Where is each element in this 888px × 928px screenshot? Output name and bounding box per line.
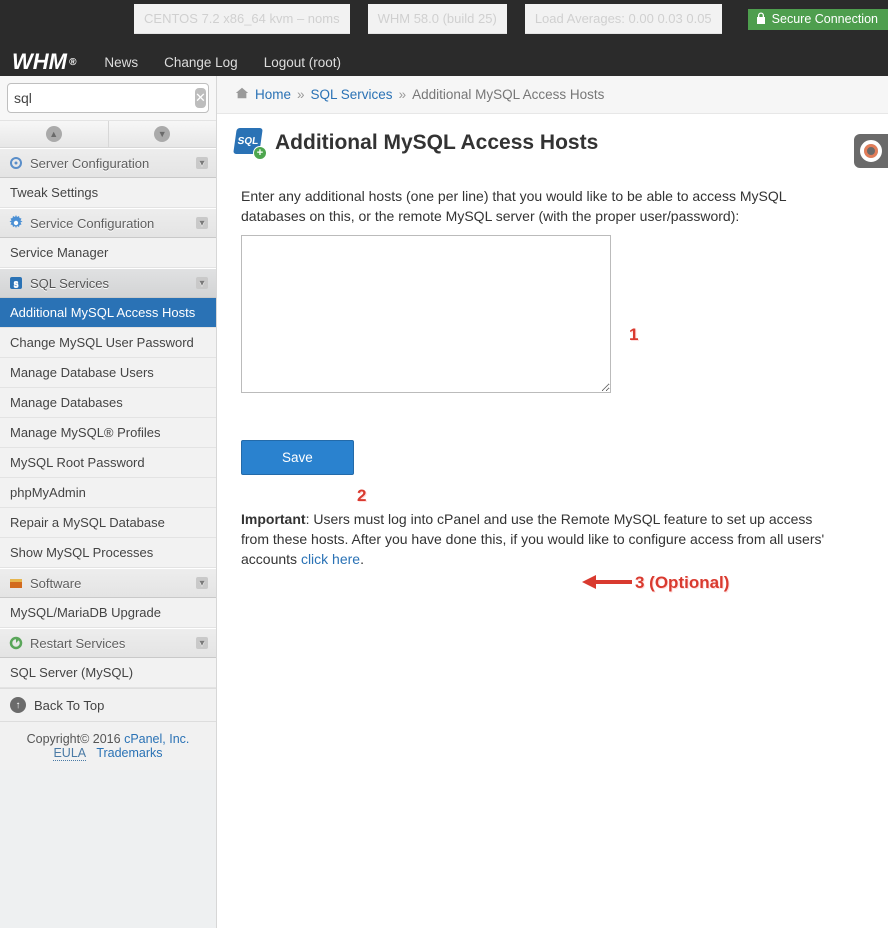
sidebar-item-phpmyadmin[interactable]: phpMyAdmin: [0, 478, 216, 508]
top-nav: News Change Log Logout (root): [104, 55, 341, 70]
nav-logout[interactable]: Logout (root): [264, 55, 341, 70]
crumb-home[interactable]: Home: [255, 87, 291, 102]
sidebar-item-show-mysql-processes[interactable]: Show MySQL Processes: [0, 538, 216, 568]
group-label: Server Configuration: [30, 156, 149, 171]
gear-icon: [8, 155, 24, 171]
group-sql-services[interactable]: S SQL Services ▾: [0, 268, 216, 298]
nav-up-button[interactable]: ▲: [0, 121, 109, 147]
sidebar-item-repair-mysql-database[interactable]: Repair a MySQL Database: [0, 508, 216, 538]
lock-icon: [756, 12, 766, 27]
group-label: SQL Services: [30, 276, 109, 291]
intro-text: Enter any additional hosts (one per line…: [241, 186, 833, 227]
chevron-down-icon: ▾: [196, 637, 208, 649]
back-to-top-label: Back To Top: [34, 698, 104, 713]
caret-up-icon: ▲: [46, 126, 62, 142]
sidebar-item-change-mysql-user-password[interactable]: Change MySQL User Password: [0, 328, 216, 358]
breadcrumb: Home » SQL Services » Additional MySQL A…: [217, 76, 888, 114]
chevron-down-icon: ▾: [196, 157, 208, 169]
plus-icon: +: [253, 146, 267, 160]
whm-version-label: WHM 58.0 (build 25): [368, 4, 507, 34]
home-icon: [235, 86, 249, 103]
secure-connection-badge: Secure Connection: [748, 9, 888, 30]
save-button[interactable]: Save: [241, 440, 354, 475]
search-box: ✕: [7, 83, 209, 113]
chevron-down-icon: ▾: [196, 217, 208, 229]
sidebar-item-manage-databases[interactable]: Manage Databases: [0, 388, 216, 418]
nav-news[interactable]: News: [104, 55, 138, 70]
sidebar-item-additional-mysql-access-hosts[interactable]: Additional MySQL Access Hosts: [0, 298, 216, 328]
lifebuoy-icon: [860, 140, 882, 162]
caret-down-icon: ▼: [154, 126, 170, 142]
gear-blue-icon: [8, 215, 24, 231]
chevron-down-icon: ▾: [196, 577, 208, 589]
hosts-textarea[interactable]: [241, 235, 611, 393]
nav-changelog[interactable]: Change Log: [164, 55, 238, 70]
database-icon: S: [8, 275, 24, 291]
group-label: Service Configuration: [30, 216, 154, 231]
crumb-current: Additional MySQL Access Hosts: [412, 87, 604, 102]
sidebar-item-mysql-mariadb-upgrade[interactable]: MySQL/MariaDB Upgrade: [0, 598, 216, 628]
crumb-sql-services[interactable]: SQL Services: [311, 87, 393, 102]
search-input[interactable]: [14, 90, 195, 106]
chevron-down-icon: ▾: [196, 277, 208, 289]
important-note: Important: Users must log into cPanel an…: [241, 509, 833, 570]
group-restart-services[interactable]: Restart Services ▾: [0, 628, 216, 658]
sidebar-item-manage-database-users[interactable]: Manage Database Users: [0, 358, 216, 388]
group-software[interactable]: Software ▾: [0, 568, 216, 598]
group-label: Restart Services: [30, 636, 125, 651]
group-service-configuration[interactable]: Service Configuration ▾: [0, 208, 216, 238]
secure-connection-text: Secure Connection: [772, 12, 878, 26]
eula-link[interactable]: EULA: [53, 746, 86, 761]
nav-down-button[interactable]: ▼: [109, 121, 217, 147]
page-title-icon: SQL +: [235, 128, 265, 158]
arrow-up-icon: ↑: [10, 697, 26, 713]
svg-text:S: S: [13, 280, 19, 289]
group-server-configuration[interactable]: Server Configuration ▾: [0, 148, 216, 178]
sidebar-item-mysql-root-password[interactable]: MySQL Root Password: [0, 448, 216, 478]
refresh-icon: [8, 635, 24, 651]
load-averages-label: Load Averages: 0.00 0.03 0.05: [525, 4, 722, 34]
click-here-link[interactable]: click here: [301, 551, 360, 567]
sidebar-item-sql-server-mysql[interactable]: SQL Server (MySQL): [0, 658, 216, 688]
cpanel-link[interactable]: cPanel, Inc.: [124, 732, 189, 746]
page-title: Additional MySQL Access Hosts: [275, 131, 598, 155]
os-label: CENTOS 7.2 x86_64 kvm – noms: [134, 4, 350, 34]
group-label: Software: [30, 576, 81, 591]
sidebar-item-tweak-settings[interactable]: Tweak Settings: [0, 178, 216, 208]
package-icon: [8, 575, 24, 591]
sidebar-item-service-manager[interactable]: Service Manager: [0, 238, 216, 268]
trademarks-link[interactable]: Trademarks: [96, 746, 162, 760]
sidebar-item-manage-mysql-profiles[interactable]: Manage MySQL® Profiles: [0, 418, 216, 448]
help-button[interactable]: [854, 134, 888, 168]
back-to-top-button[interactable]: ↑ Back To Top: [0, 688, 216, 722]
copyright: Copyright© 2016 cPanel, Inc. EULA Tradem…: [0, 722, 216, 770]
clear-search-icon[interactable]: ✕: [195, 88, 206, 108]
logo: WHM®: [12, 49, 76, 75]
